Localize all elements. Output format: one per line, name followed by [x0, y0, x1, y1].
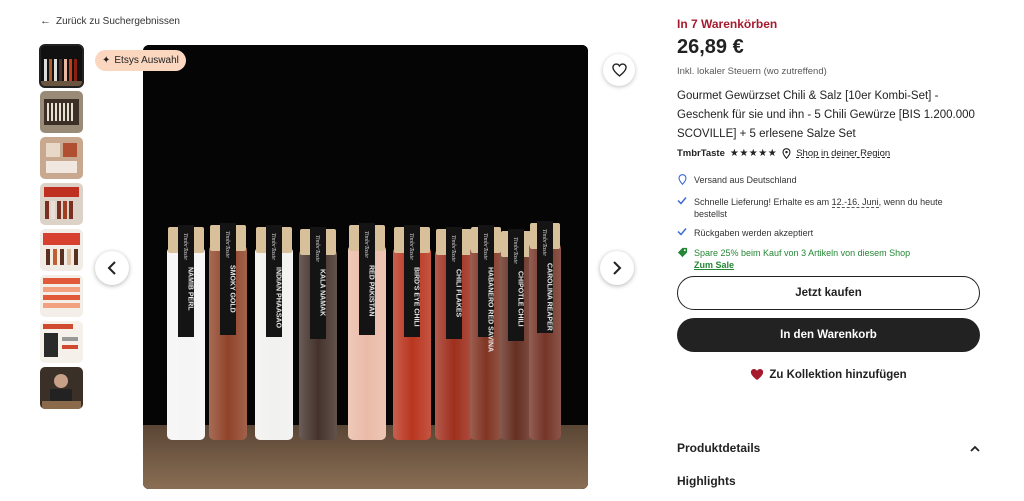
next-image-button[interactable]	[600, 251, 634, 285]
spice-jar: CHILI FLAKES TimbrTaste	[435, 227, 473, 440]
spice-jar: SMOKY GOLD TimbrTaste	[209, 223, 247, 440]
tax-note: Inkl. lokaler Steuern (wo zutreffend)	[677, 66, 827, 77]
product-details-label: Produktdetails	[677, 441, 761, 455]
jar-label: BIRD'S EYE CHILI	[413, 267, 420, 327]
brand-mark: TimbrTaste	[182, 233, 188, 260]
feature-promo: Spare 25% beim Kauf von 3 Artikeln von d…	[677, 247, 977, 271]
brand-mark: TimbrTaste	[363, 231, 369, 258]
spice-jar: KALA NAMAK TimbrTaste	[299, 227, 337, 440]
favorite-button[interactable]	[603, 54, 635, 86]
thumbnail-3-image	[40, 137, 83, 179]
thumbnail-2-image	[40, 91, 83, 133]
thumbnail-list	[39, 44, 84, 413]
chevron-up-icon	[970, 445, 980, 452]
spice-jar: CHIPOTLE CHILI TimbrTaste	[500, 229, 532, 440]
add-to-cart-button[interactable]: In den Warenkorb	[677, 318, 980, 352]
thumbnail-2[interactable]	[40, 91, 83, 133]
shop-row: TmbrTaste ★★★★★ Shop in deiner Region	[677, 148, 890, 159]
spice-jars-photo: NAMIB PERL TimbrTaste SMOKY GOLD TimbrTaste…	[143, 45, 588, 489]
spice-jar: BIRD'S EYE CHILI TimbrTaste	[393, 225, 431, 440]
rating-stars: ★★★★★	[729, 148, 778, 159]
spice-jar: HABANERO RED SAVINA TimbrTaste	[470, 225, 502, 440]
in-carts-label: In 7 Warenkörben	[677, 17, 778, 31]
jar-label: RED PAKISTAN	[368, 265, 375, 316]
brand-mark: TimbrTaste	[482, 233, 488, 260]
shop-name-link[interactable]: TmbrTaste	[677, 148, 725, 159]
spice-jar: NAMIB PERL TimbrTaste	[167, 225, 205, 440]
jar-label: HABANERO RED SAVINA	[487, 267, 494, 352]
product-details-toggle[interactable]: Produktdetails	[677, 441, 980, 455]
thumbnail-3[interactable]	[40, 137, 83, 179]
back-to-results-link[interactable]: ← Zurück zu Suchergebnissen	[40, 15, 180, 27]
location-pin-icon	[782, 148, 791, 159]
brand-mark: TimbrTaste	[224, 231, 230, 258]
price: 26,89 €	[677, 36, 744, 58]
badge-label: Etsys Auswahl	[114, 55, 179, 66]
location-pin-icon	[677, 174, 687, 189]
jar-label: SMOKY GOLD	[229, 265, 236, 313]
thumbnail-5[interactable]	[40, 229, 83, 271]
arrow-left-icon: ←	[40, 15, 51, 27]
heart-outline-icon	[611, 63, 627, 77]
brand-mark: TimbrTaste	[450, 235, 456, 262]
jar-label: NAMIB PERL	[187, 267, 194, 311]
tag-icon	[677, 247, 688, 262]
thumbnail-8-image	[40, 367, 83, 409]
spice-jar: RED PAKISTAN TimbrTaste	[348, 223, 386, 440]
jar-label: CAROLINA REAPER	[546, 263, 553, 331]
delivery-dates[interactable]: 12.-16. Juni	[831, 197, 879, 208]
fast-delivery-prefix: Schnelle Lieferung! Erhalte es am	[694, 197, 832, 207]
highlights-heading: Highlights	[677, 474, 736, 488]
spice-jar: INDIAN PHAASAO TimbrTaste	[255, 225, 293, 440]
checkmark-icon	[677, 227, 687, 240]
thumbnail-7-image	[40, 321, 83, 363]
heart-filled-icon	[751, 368, 764, 381]
chevron-right-icon	[613, 261, 622, 275]
thumbnail-5-image	[40, 229, 83, 271]
brand-mark: TimbrTaste	[512, 237, 518, 264]
jar-label: CHILI FLAKES	[455, 269, 462, 318]
main-product-image: NAMIB PERL TimbrTaste SMOKY GOLD TimbrTaste…	[143, 45, 588, 489]
jar-label: CHIPOTLE CHILI	[517, 271, 524, 327]
thumbnail-1-image	[40, 45, 83, 87]
back-link-label: Zurück zu Suchergebnissen	[56, 15, 180, 27]
thumbnail-7[interactable]	[40, 321, 83, 363]
thumbnail-4-image	[40, 183, 83, 225]
spice-jar: CAROLINA REAPER TimbrTaste	[529, 221, 561, 440]
add-to-collection-button[interactable]: Zu Kollektion hinzufügen	[677, 368, 980, 381]
thumbnail-4[interactable]	[40, 183, 83, 225]
feature-list: Versand aus Deutschland Schnelle Lieferu…	[677, 174, 977, 278]
shop-region-link[interactable]: Shop in deiner Region	[796, 148, 890, 159]
feature-shipping: Versand aus Deutschland	[677, 174, 977, 189]
brand-mark: TimbrTaste	[270, 233, 276, 260]
brand-mark: TimbrTaste	[314, 235, 320, 262]
previous-image-button[interactable]	[95, 251, 129, 285]
thumbnail-1[interactable]	[39, 44, 84, 88]
collection-label: Zu Kollektion hinzufügen	[769, 368, 907, 381]
chevron-left-icon	[107, 261, 116, 275]
sparkle-icon: ✦	[102, 55, 111, 66]
promo-text: Spare 25% beim Kauf von 3 Artikeln von d…	[694, 248, 911, 258]
promo-block: Spare 25% beim Kauf von 3 Artikeln von d…	[694, 247, 910, 271]
buy-now-button[interactable]: Jetzt kaufen	[677, 276, 980, 310]
etsys-choice-badge: ✦ Etsys Auswahl	[95, 50, 186, 71]
thumbnail-6[interactable]	[40, 275, 83, 317]
jar-label: INDIAN PHAASAO	[275, 267, 282, 329]
thumbnail-6-image	[40, 275, 83, 317]
returns-text: Rückgaben werden akzeptiert	[694, 228, 814, 238]
sale-link[interactable]: Zum Sale	[694, 259, 910, 271]
checkmark-icon	[677, 196, 687, 209]
brand-mark: TimbrTaste	[541, 229, 547, 256]
shipping-from-text: Versand aus Deutschland	[694, 175, 797, 185]
jar-label: KALA NAMAK	[319, 269, 326, 316]
feature-fast-delivery: Schnelle Lieferung! Erhalte es am 12.-16…	[677, 196, 977, 220]
brand-mark: TimbrTaste	[408, 233, 414, 260]
thumbnail-8[interactable]	[40, 367, 83, 409]
fast-delivery-text: Schnelle Lieferung! Erhalte es am 12.-16…	[694, 196, 977, 220]
product-title: Gourmet Gewürzset Chili & Salz [10er Kom…	[677, 90, 975, 140]
feature-returns: Rückgaben werden akzeptiert	[677, 227, 977, 240]
